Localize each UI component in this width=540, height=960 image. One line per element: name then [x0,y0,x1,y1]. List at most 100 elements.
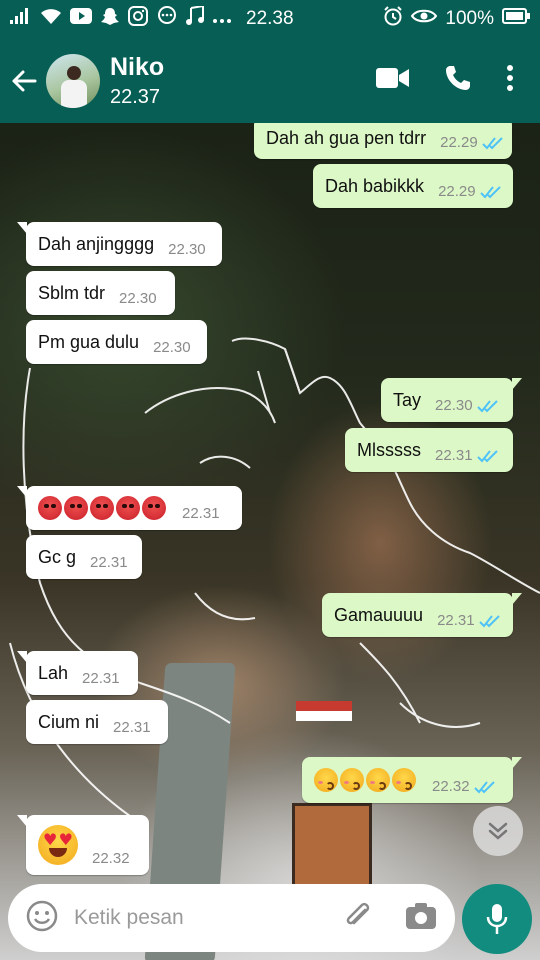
emoji-icon [26,900,58,931]
message-text: Cium ni [38,711,100,732]
message-in[interactable]: Gc g 22.31 [26,535,142,579]
kissing-face-icon [314,768,338,792]
read-tick-icon [476,449,498,462]
message-time: 22.31 [113,719,151,736]
voice-record-button[interactable] [462,884,532,954]
status-time: 22.38 [246,8,294,29]
message-out[interactable]: Tay 22.30 [381,378,522,422]
video-call-icon [376,68,409,88]
angry-face-icon [64,496,88,520]
signal-icon [10,8,32,30]
instagram-icon [128,6,148,32]
back-button[interactable] [2,69,46,93]
message-in[interactable]: Dah anjingggg 22.30 [17,222,222,266]
message-time: 22.29 [440,134,478,151]
battery-percent: 100% [445,8,494,29]
battery-icon [502,8,530,30]
message-in[interactable]: Sblm tdr 22.30 [26,271,175,315]
read-tick-icon [479,185,501,198]
message-out[interactable]: Dah babikkk 22.29 [313,164,513,208]
read-tick-icon [476,399,498,412]
message-text: Pm gua dulu [38,331,140,352]
message-time: 22.30 [153,339,191,356]
voice-call-button[interactable] [444,64,472,97]
attach-icon [346,902,370,924]
message-in[interactable]: Cium ni 22.31 [26,700,168,744]
message-out[interactable]: Gamauuuu 22.31 [322,593,522,637]
attach-button[interactable] [343,900,373,937]
message-time: 22.30 [435,397,473,414]
message-in[interactable]: 22.32 [17,815,149,875]
message-text: Gc g [38,546,77,567]
eye-icon [411,8,438,30]
camera-button[interactable] [405,902,437,935]
contact-name: Niko [110,52,165,81]
angry-emoji-row [38,496,168,520]
message-text: Dah anjingggg [38,233,155,254]
chat-header: Niko 22.37 [0,38,540,123]
message-time: 22.32 [432,778,470,795]
heart-eyes-face-icon [38,825,78,865]
message-out[interactable]: 22.32 [302,757,522,803]
scroll-to-bottom-button[interactable] [473,806,523,856]
double-chevron-down-icon [488,822,508,840]
message-time: 22.31 [437,612,475,629]
status-bar: 22.38 100% [0,0,540,38]
message-text: Sblm tdr [38,282,106,303]
message-time: 22.29 [438,183,476,200]
message-text: Dah ah gua pen tdrr [266,127,427,148]
chat-area[interactable]: Dah ah gua pen tdrr 22.29 Dah babikkk 22… [0,123,540,960]
avatar[interactable] [46,53,100,108]
phone-icon [446,66,470,90]
message-time: 22.31 [182,505,220,522]
status-icons-left [10,4,383,32]
message-time: 22.30 [168,241,206,258]
kissing-face-icon [392,768,416,792]
message-time: 22.32 [92,850,130,867]
messenger-icon [156,6,178,32]
more-dots-icon [212,8,232,30]
more-vert-icon [507,65,513,91]
message-input-bar: Ketik pesan [8,884,455,952]
last-seen: 22.37 [110,85,161,108]
mic-icon [486,904,508,934]
message-time: 22.31 [82,670,120,687]
message-text: Tay [393,389,422,410]
kissing-face-icon [340,768,364,792]
back-arrow-icon [12,70,37,91]
read-tick-icon [481,136,503,149]
status-icons-right: 100% [383,6,530,32]
kissing-face-icon [366,768,390,792]
message-out[interactable]: Dah ah gua pen tdrr 22.29 [254,123,512,159]
more-options-button[interactable] [506,65,514,96]
music-icon [186,4,204,32]
video-call-button[interactable] [376,67,410,94]
angry-face-icon [38,496,62,520]
alarm-icon [383,6,403,32]
snapchat-icon [100,6,120,32]
wifi-icon [40,7,62,31]
message-time: 22.31 [90,554,128,571]
message-time: 22.30 [119,290,157,307]
emoji-button[interactable] [26,900,58,937]
message-time: 22.31 [435,447,473,464]
read-tick-icon [478,614,500,627]
message-in[interactable]: Pm gua dulu 22.30 [26,320,207,364]
angry-face-icon [90,496,114,520]
kiss-emoji-row [314,768,418,792]
header-actions [376,64,514,97]
message-text: Mlsssss [357,439,421,460]
camera-icon [406,902,436,929]
message-in[interactable]: Lah 22.31 [17,651,138,695]
angry-face-icon [142,496,166,520]
read-tick-icon [473,780,495,793]
message-text: Dah babikkk [325,175,425,196]
contact-info[interactable]: Niko 22.37 [110,52,376,110]
youtube-icon [70,8,92,30]
angry-face-icon [116,496,140,520]
message-text: Lah [38,662,69,683]
message-input[interactable]: Ketik pesan [74,906,343,930]
message-in[interactable]: 22.31 [17,486,242,530]
message-out[interactable]: Mlsssss 22.31 [345,428,513,472]
message-text: Gamauuuu [334,604,424,625]
